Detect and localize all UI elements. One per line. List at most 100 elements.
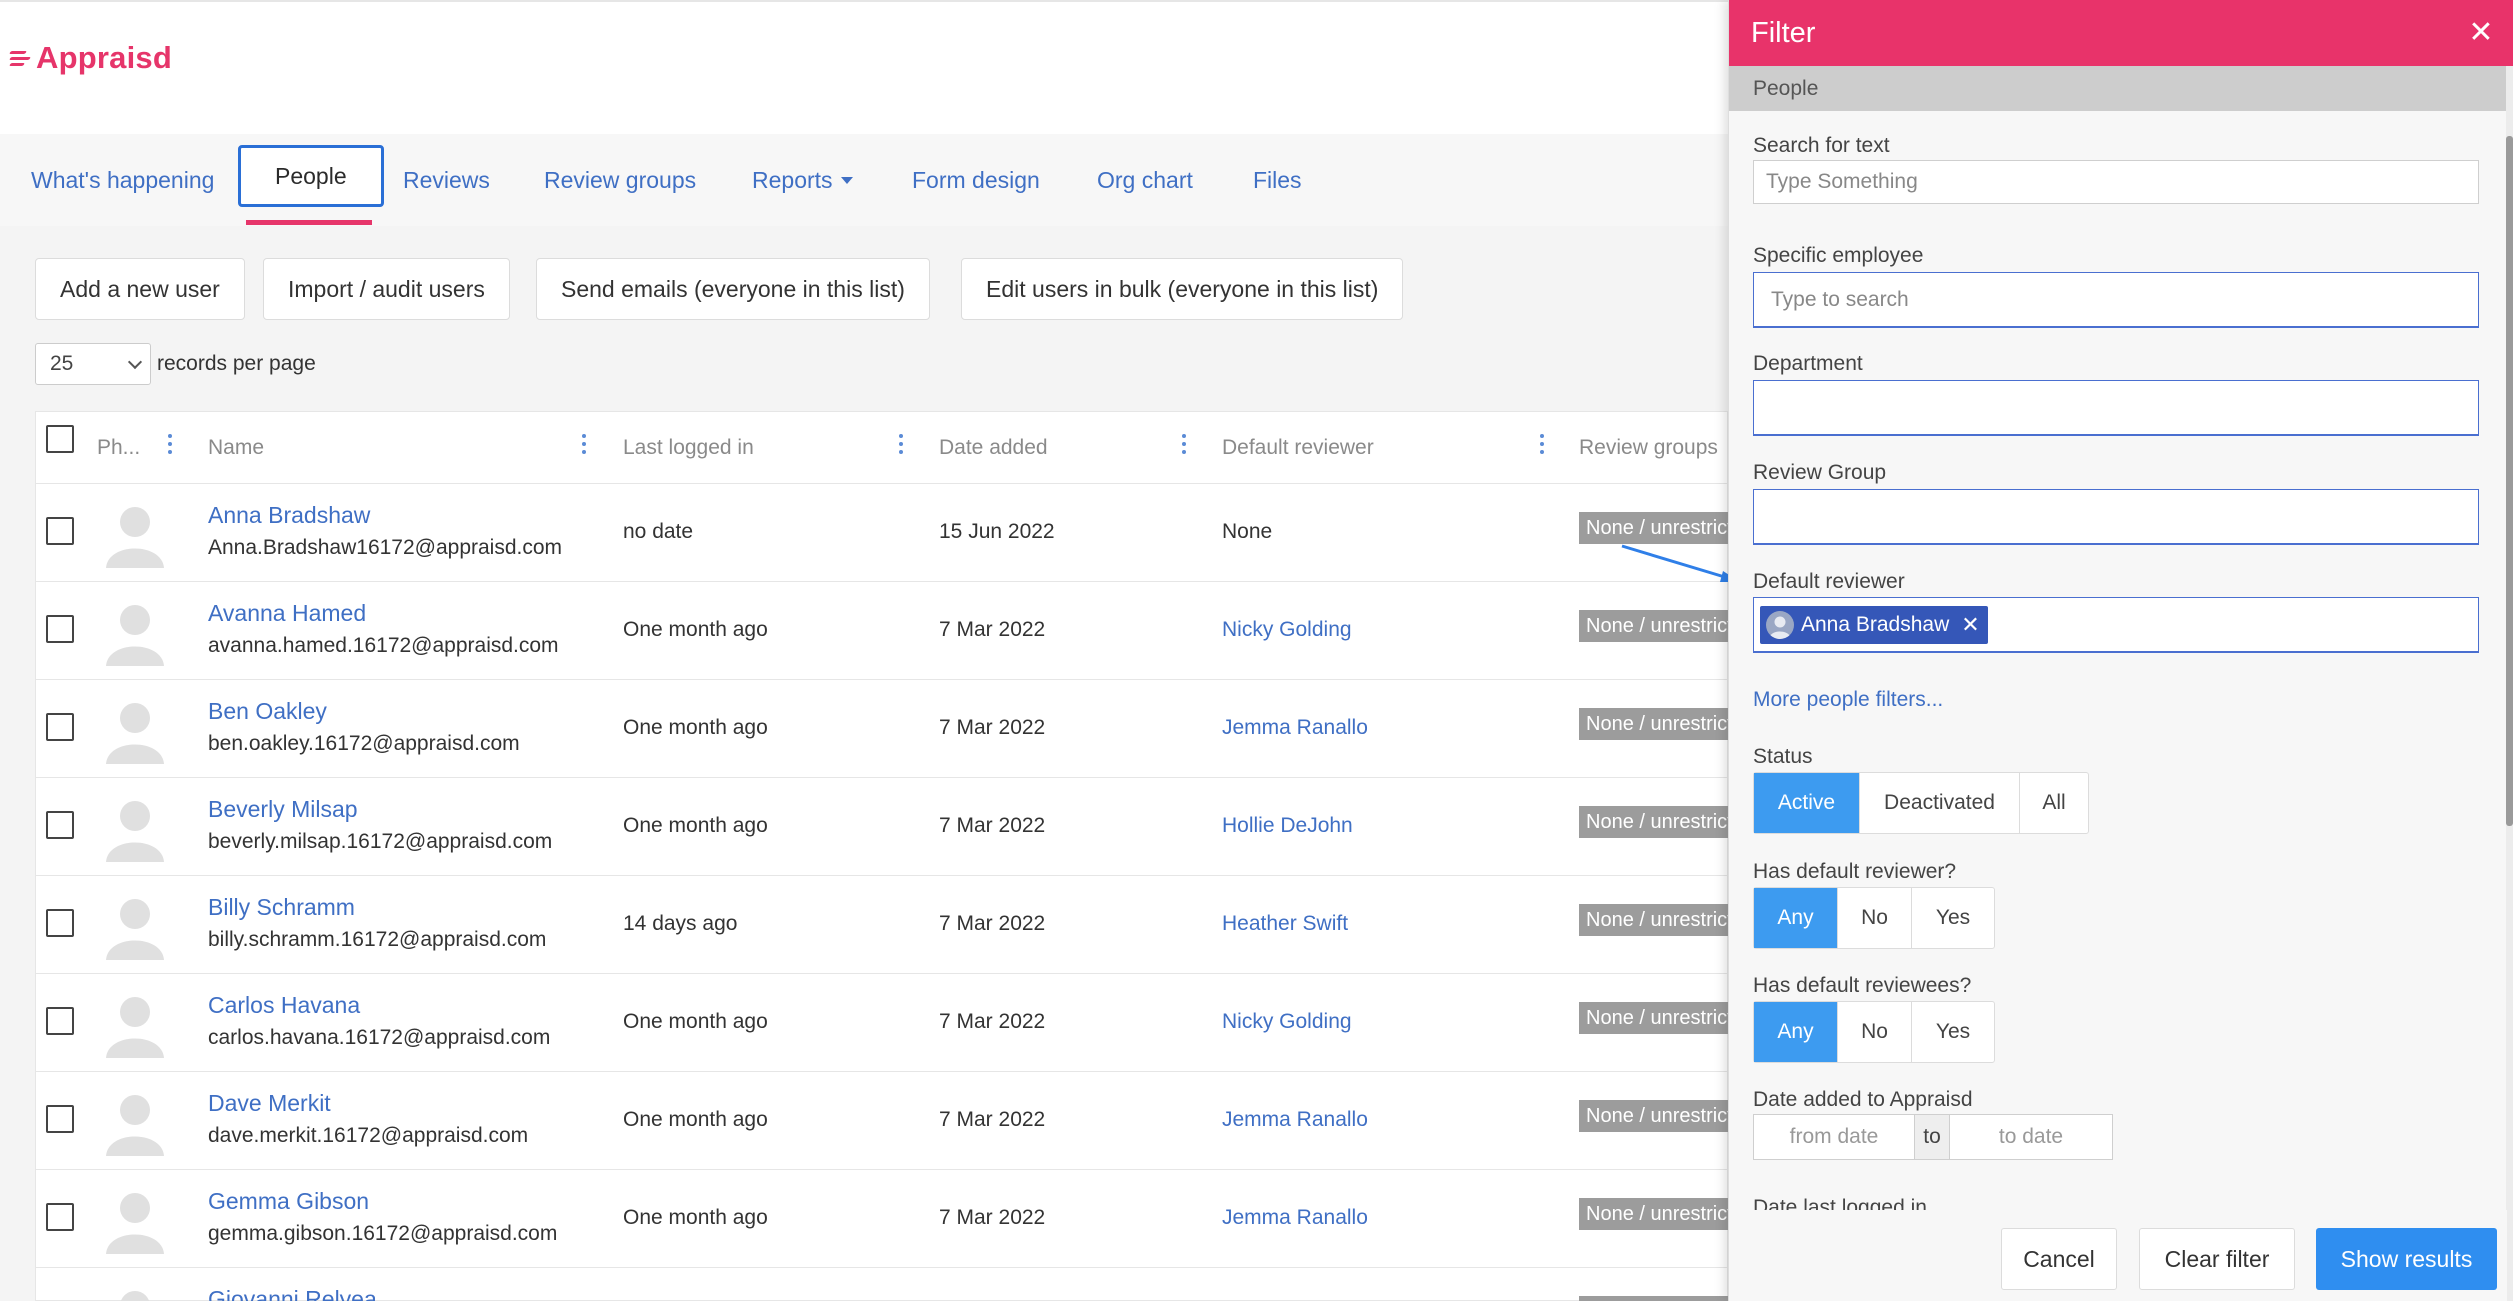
row-checkbox[interactable] — [46, 1007, 74, 1035]
person-name-link[interactable]: Carlos Havana — [208, 992, 360, 1019]
edit-bulk-button[interactable]: Edit users in bulk (everyone in this lis… — [961, 258, 1404, 320]
avatar — [100, 1086, 170, 1156]
nav-review-groups[interactable]: Review groups — [544, 134, 696, 226]
status-all-option[interactable]: All — [2020, 773, 2088, 833]
table-row[interactable]: Carlos Havana carlos.havana.16172@apprais… — [36, 974, 1729, 1072]
send-emails-button[interactable]: Send emails (everyone in this list) — [536, 258, 930, 320]
col-review-groups[interactable]: Review groups — [1579, 412, 1718, 484]
show-results-button[interactable]: Show results — [2316, 1228, 2497, 1290]
department-input[interactable] — [1753, 380, 2479, 436]
clear-filter-button[interactable]: Clear filter — [2139, 1228, 2295, 1290]
person-name-link[interactable]: Billy Schramm — [208, 894, 355, 921]
status-deactivated-option[interactable]: Deactivated — [1860, 773, 2020, 833]
date-added-label: Date added to Appraisd — [1753, 1088, 1973, 1111]
row-checkbox[interactable] — [46, 1105, 74, 1133]
person-name-link[interactable]: Ben Oakley — [208, 698, 327, 725]
person-email: carlos.havana.16172@appraisd.com — [208, 1026, 551, 1049]
more-people-filters-link[interactable]: More people filters... — [1753, 688, 1943, 712]
column-menu-icon[interactable] — [898, 434, 904, 460]
import-users-button[interactable]: Import / audit users — [263, 258, 510, 320]
row-checkbox[interactable] — [46, 811, 74, 839]
add-user-button[interactable]: Add a new user — [35, 258, 245, 320]
scrollbar-thumb[interactable] — [2506, 136, 2513, 826]
col-name[interactable]: Name — [208, 412, 264, 484]
nav-org-chart[interactable]: Org chart — [1097, 134, 1193, 226]
to-date-input[interactable]: to date — [1950, 1125, 2112, 1149]
row-checkbox[interactable] — [46, 615, 74, 643]
person-name-link[interactable]: Avanna Hamed — [208, 600, 366, 627]
select-all-checkbox[interactable] — [46, 425, 74, 453]
col-default-reviewer[interactable]: Default reviewer — [1222, 412, 1374, 484]
has-reviewer-any-option[interactable]: Any — [1754, 888, 1838, 948]
person-name-link[interactable]: Beverly Milsap — [208, 796, 358, 823]
has-reviewees-yes-option[interactable]: Yes — [1912, 1002, 1994, 1062]
has-reviewees-any-option[interactable]: Any — [1754, 1002, 1838, 1062]
row-checkbox[interactable] — [46, 909, 74, 937]
nav-whats-happening[interactable]: What's happening — [31, 134, 214, 226]
table-row[interactable]: Anna Bradshaw Anna.Bradshaw16172@appraisd… — [36, 484, 1729, 582]
table-row[interactable]: Beverly Milsap beverly.milsap.16172@appra… — [36, 778, 1729, 876]
table-row[interactable]: Billy Schramm billy.schramm.16172@apprais… — [36, 876, 1729, 974]
employee-search-input[interactable] — [1753, 272, 2479, 328]
appraisd-logo[interactable]: Appraisd — [9, 40, 172, 76]
person-name-link[interactable]: Gemma Gibson — [208, 1188, 369, 1215]
last-logged-in: One month ago — [623, 1108, 768, 1131]
filter-footer: Cancel Clear filter Show results — [1729, 1210, 2507, 1301]
has-reviewer-no-option[interactable]: No — [1838, 888, 1912, 948]
table-row[interactable]: Dave Merkit dave.merkit.16172@appraisd.co… — [36, 1072, 1729, 1170]
person-email: ben.oakley.16172@appraisd.com — [208, 732, 520, 755]
row-checkbox[interactable] — [46, 713, 74, 741]
person-email: beverly.milsap.16172@appraisd.com — [208, 830, 553, 853]
nav-people[interactable]: People — [238, 145, 384, 207]
table-row[interactable]: Avanna Hamed avanna.hamed.16172@appraisd.… — [36, 582, 1729, 680]
table-row[interactable]: Gemma Gibson gemma.gibson.16172@appraisd.… — [36, 1170, 1729, 1268]
column-menu-icon[interactable] — [1181, 434, 1187, 460]
from-date-input[interactable]: from date — [1754, 1125, 1914, 1149]
row-checkbox[interactable] — [46, 1203, 74, 1231]
person-name-link[interactable]: Giovanni Relyea — [208, 1286, 377, 1301]
default-reviewer[interactable]: Jemma Ranallo — [1222, 1108, 1368, 1132]
col-last-logged-in[interactable]: Last logged in — [623, 412, 754, 484]
person-email: billy.schramm.16172@appraisd.com — [208, 928, 547, 951]
nav-reports-label: Reports — [752, 166, 833, 193]
default-reviewer[interactable]: Jemma Ranallo — [1222, 716, 1368, 740]
search-text-field[interactable] — [1766, 170, 2478, 194]
remove-icon[interactable]: ✕ — [1961, 612, 1979, 638]
column-menu-icon[interactable] — [581, 434, 587, 460]
has-reviewer-yes-option[interactable]: Yes — [1912, 888, 1994, 948]
person-email: Anna.Bradshaw16172@appraisd.com — [208, 536, 563, 559]
default-reviewer[interactable]: Hollie DeJohn — [1222, 814, 1353, 838]
table-row[interactable]: Giovanni Relyea None / unrestricted — [36, 1268, 1729, 1301]
per-page-select[interactable]: 25 — [35, 343, 151, 385]
date-added: 15 Jun 2022 — [939, 520, 1055, 543]
panel-scrollbar[interactable] — [2506, 66, 2513, 1301]
employee-text-field[interactable] — [1771, 287, 2478, 312]
default-reviewer[interactable]: Jemma Ranallo — [1222, 1206, 1368, 1230]
table-row[interactable]: Ben Oakley ben.oakley.16172@appraisd.com O… — [36, 680, 1729, 778]
close-icon[interactable]: ✕ — [2464, 16, 2498, 50]
has-reviewees-toggle: Any No Yes — [1753, 1001, 1995, 1063]
column-menu-icon[interactable] — [1539, 434, 1545, 460]
default-reviewer[interactable]: Heather Swift — [1222, 912, 1348, 936]
default-reviewer-input[interactable]: Anna Bradshaw ✕ — [1753, 597, 2479, 653]
nav-files[interactable]: Files — [1253, 134, 1302, 226]
col-photo[interactable]: Ph... — [97, 412, 140, 484]
default-reviewer[interactable]: Nicky Golding — [1222, 618, 1352, 642]
person-email: dave.merkit.16172@appraisd.com — [208, 1124, 529, 1147]
person-name-link[interactable]: Anna Bradshaw — [208, 502, 370, 529]
search-input[interactable] — [1753, 160, 2479, 204]
col-date-added[interactable]: Date added — [939, 412, 1048, 484]
nav-reports[interactable]: Reports — [752, 134, 853, 226]
status-active-option[interactable]: Active — [1754, 773, 1860, 833]
default-reviewer[interactable]: Nicky Golding — [1222, 1010, 1352, 1034]
row-checkbox[interactable] — [46, 517, 74, 545]
review-group-input[interactable] — [1753, 489, 2479, 545]
column-menu-icon[interactable] — [167, 434, 173, 460]
date-added: 7 Mar 2022 — [939, 1206, 1046, 1229]
nav-reviews[interactable]: Reviews — [403, 134, 490, 226]
nav-form-design[interactable]: Form design — [912, 134, 1040, 226]
person-name-link[interactable]: Dave Merkit — [208, 1090, 331, 1117]
has-reviewees-no-option[interactable]: No — [1838, 1002, 1912, 1062]
cancel-button[interactable]: Cancel — [2001, 1228, 2117, 1290]
date-added: 7 Mar 2022 — [939, 814, 1046, 837]
